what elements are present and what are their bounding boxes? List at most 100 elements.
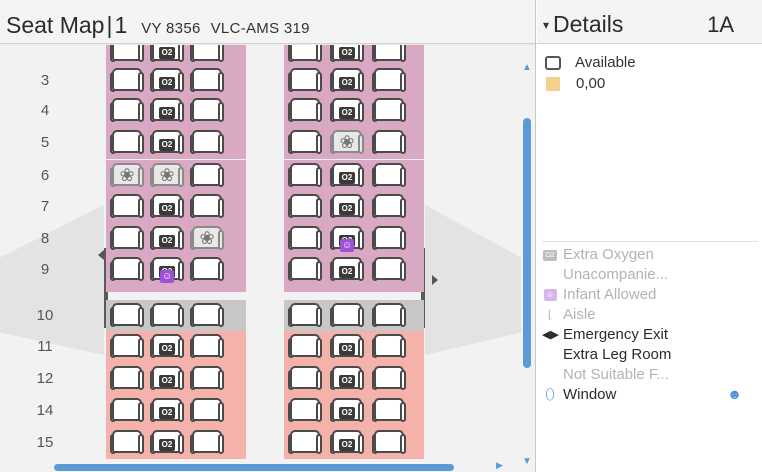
scroll-up-icon[interactable]: ▲ <box>522 62 532 73</box>
row-number: 14 <box>36 402 54 419</box>
seat-available[interactable] <box>190 429 224 455</box>
seat-occupied: ❀ <box>110 162 144 188</box>
seat-available[interactable] <box>288 302 322 328</box>
seat-available[interactable] <box>110 67 144 93</box>
seat-available[interactable] <box>372 397 406 423</box>
seat-available[interactable] <box>372 365 406 391</box>
seat-available[interactable] <box>288 397 322 423</box>
seat-available[interactable] <box>372 97 406 123</box>
seat-available[interactable] <box>372 45 406 63</box>
horizontal-scrollbar[interactable]: ▶ <box>40 460 510 472</box>
seat-available[interactable] <box>288 225 322 251</box>
seat-available[interactable] <box>190 302 224 328</box>
seat-available[interactable]: O2 <box>330 256 364 282</box>
seat-available[interactable]: O2 <box>150 97 184 123</box>
seat-available[interactable]: O2 <box>150 45 184 63</box>
seat-available[interactable] <box>288 333 322 359</box>
oxygen-icon: O2 <box>159 107 175 119</box>
seat-available[interactable]: O2 <box>330 397 364 423</box>
seat-available[interactable]: O2 <box>330 45 364 63</box>
seat-available[interactable] <box>190 67 224 93</box>
legend-item-price: 0,00 <box>545 73 636 94</box>
legend-item-emergency-exit: ◀▶ Emergency Exit <box>542 324 758 344</box>
seat-available[interactable]: O2 <box>330 365 364 391</box>
seat-available[interactable] <box>288 365 322 391</box>
seat-available[interactable] <box>372 256 406 282</box>
seat-available[interactable] <box>150 302 184 328</box>
seat-available[interactable]: O2 <box>330 429 364 455</box>
seat-available[interactable] <box>288 193 322 219</box>
seat-available[interactable] <box>288 129 322 155</box>
seat-available[interactable]: O2 <box>150 333 184 359</box>
infant-icon: ☺ <box>160 270 174 283</box>
seat-available[interactable] <box>372 162 406 188</box>
vertical-scroll-thumb[interactable] <box>523 118 531 368</box>
seat-available[interactable]: O2 <box>150 193 184 219</box>
seat-available[interactable] <box>288 45 322 63</box>
seat-available[interactable] <box>110 365 144 391</box>
seat-available[interactable] <box>190 397 224 423</box>
seat-available[interactable] <box>190 193 224 219</box>
seat-available[interactable] <box>190 45 224 63</box>
scroll-down-icon[interactable]: ▼ <box>522 456 532 467</box>
seat-available[interactable]: O2 <box>150 129 184 155</box>
seat-available[interactable] <box>288 256 322 282</box>
seat-available[interactable] <box>110 45 144 63</box>
seat-available[interactable] <box>372 225 406 251</box>
seat-available[interactable] <box>110 129 144 155</box>
seat-available[interactable] <box>190 162 224 188</box>
scroll-right-icon[interactable]: ▶ <box>496 460 503 471</box>
seat-available[interactable]: O2 <box>150 397 184 423</box>
seat-available[interactable]: O2 <box>330 67 364 93</box>
seat-available[interactable]: O2 <box>150 365 184 391</box>
seat-available[interactable] <box>372 333 406 359</box>
seat-available[interactable] <box>288 67 322 93</box>
seat-available[interactable] <box>288 429 322 455</box>
seat-available[interactable]: O2☺ <box>330 225 364 252</box>
legend-item-not-suitable: Not Suitable F... <box>542 364 758 384</box>
seat-available[interactable] <box>110 302 144 328</box>
price-swatch-icon <box>546 76 560 91</box>
seat-available[interactable] <box>288 162 322 188</box>
seat-available[interactable] <box>110 256 144 282</box>
legend-label: 0,00 <box>576 75 606 92</box>
occupied-seat-icon: ❀ <box>339 132 355 152</box>
vertical-scrollbar[interactable]: ▲ ▼ <box>518 60 535 472</box>
seat-available[interactable]: O2 <box>150 225 184 251</box>
row-number: 9 <box>40 261 50 278</box>
row-number: 6 <box>40 167 50 184</box>
seat-available[interactable] <box>190 129 224 155</box>
seat-available[interactable]: O2 <box>330 333 364 359</box>
row-number: 7 <box>40 198 50 215</box>
seat-available[interactable] <box>372 429 406 455</box>
seat-available[interactable] <box>110 429 144 455</box>
seat-available[interactable] <box>110 225 144 251</box>
seat-available[interactable] <box>110 193 144 219</box>
seat-available[interactable]: O2 <box>330 162 364 188</box>
seat-available[interactable] <box>190 97 224 123</box>
legend-label: Infant Allowed <box>563 285 657 303</box>
oxygen-icon: O2 <box>339 375 355 387</box>
seat-available[interactable] <box>288 97 322 123</box>
seat-available[interactable]: O2 <box>330 193 364 219</box>
seat-available[interactable] <box>330 302 364 328</box>
seat-available[interactable]: O2☺ <box>150 256 184 283</box>
horizontal-scroll-thumb[interactable] <box>54 464 454 471</box>
seat-available[interactable] <box>190 333 224 359</box>
seat-available[interactable] <box>372 129 406 155</box>
seat-available[interactable]: O2 <box>150 429 184 455</box>
seat-available[interactable] <box>110 97 144 123</box>
legend-label: Available <box>575 54 636 71</box>
seat-available[interactable] <box>190 256 224 282</box>
details-header[interactable]: ▾ Details 1A <box>537 0 762 44</box>
seat-available[interactable] <box>372 67 406 93</box>
seat-available[interactable] <box>372 302 406 328</box>
seat-available[interactable]: O2 <box>150 67 184 93</box>
seat-available[interactable]: O2 <box>330 97 364 123</box>
row-number: 12 <box>36 370 54 387</box>
collapse-caret-icon[interactable]: ▾ <box>543 18 549 32</box>
seat-available[interactable] <box>190 365 224 391</box>
seat-available[interactable] <box>110 333 144 359</box>
seat-available[interactable] <box>372 193 406 219</box>
seat-available[interactable] <box>110 397 144 423</box>
